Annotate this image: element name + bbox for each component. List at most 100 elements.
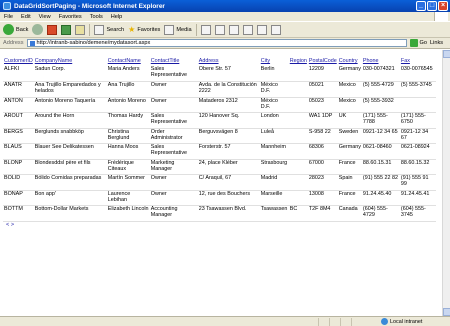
menu-help[interactable]: Help	[111, 14, 123, 20]
table-cell: Marketing Manager	[150, 159, 175, 172]
sort-link-city[interactable]: City	[260, 58, 289, 66]
table-cell: 88.60.15.31	[362, 159, 392, 166]
page-content: CustomerID CompanyName ContactName Conta…	[0, 50, 442, 316]
table-cell: BLAUS	[4, 144, 22, 150]
links-button[interactable]: Links	[430, 40, 443, 46]
table-cell: 12, rue des Bouchers	[198, 190, 251, 197]
table-cell: 030-0076545	[400, 66, 433, 72]
pager-next-link[interactable]: >	[11, 222, 14, 228]
table-row: BOLID Bólido Comidas preparadas Martín Som…	[3, 175, 436, 191]
table-cell: (171) 555-6750	[400, 113, 426, 125]
media-button[interactable]: Media	[164, 24, 192, 35]
table-cell: 67000	[308, 159, 324, 166]
sort-link-postalcode[interactable]: PostalCode	[308, 58, 338, 66]
table-cell: Luleå	[260, 128, 274, 135]
table-cell	[289, 97, 308, 113]
sort-link-address[interactable]: Address	[198, 58, 260, 66]
table-cell: Mataderos 2312	[198, 97, 238, 104]
table-cell	[289, 144, 308, 160]
discuss-icon[interactable]	[256, 24, 267, 35]
table-cell: 12209	[308, 66, 324, 72]
table-cell: Owner	[150, 190, 167, 197]
table-cell: Ana Trujillo Emparedados y helados	[34, 82, 101, 94]
sort-link-phone[interactable]: Phone	[362, 58, 400, 66]
scroll-up-button[interactable]	[443, 50, 450, 58]
windows-logo-icon	[434, 12, 448, 21]
table-cell: Frédérique Citeaux	[107, 159, 134, 172]
table-cell: Avda. de la Constitución 2222	[198, 82, 257, 94]
menu-bar: File Edit View Favorites Tools Help	[0, 12, 450, 21]
menu-file[interactable]: File	[4, 14, 13, 20]
table-cell: Owner	[150, 175, 167, 181]
close-button[interactable]: ×	[438, 1, 448, 11]
sort-link-companyname[interactable]: CompanyName	[34, 58, 107, 66]
pager-prev-link[interactable]: <	[6, 222, 9, 228]
home-button[interactable]	[75, 24, 86, 35]
menu-edit[interactable]: Edit	[21, 14, 31, 20]
sort-link-region[interactable]: Region	[289, 58, 308, 66]
refresh-button[interactable]	[61, 24, 72, 35]
back-label: Back	[16, 26, 29, 33]
table-cell: Sales Representative	[150, 113, 188, 125]
search-icon	[94, 24, 105, 35]
zone-label: Local intranet	[390, 318, 423, 325]
table-cell: 0621-08460	[362, 144, 392, 150]
table-cell: (91) 555 22 82	[362, 175, 398, 181]
table-cell: Elizabeth Lincoln	[107, 206, 149, 212]
mail-icon[interactable]	[214, 24, 225, 35]
print-icon[interactable]	[228, 24, 239, 35]
forward-button[interactable]	[32, 24, 44, 35]
favorites-button[interactable]: ★ Favorites	[128, 25, 160, 34]
table-cell	[289, 190, 308, 206]
table-cell: Forsterstr. 57	[198, 144, 231, 150]
table-cell: 0921-12 34 67	[400, 128, 429, 141]
table-cell: Hanna Moos	[107, 144, 139, 150]
table-row: ALFKI Sadun Corp. Maria Anders Sales Repres…	[3, 66, 436, 82]
sort-link-country[interactable]: Country	[338, 58, 362, 66]
customers-datagrid: CustomerID CompanyName ContactName Conta…	[3, 58, 436, 222]
vertical-scrollbar[interactable]	[442, 50, 450, 316]
window-title: DataGridSortPaging - Microsoft Internet …	[14, 2, 165, 10]
menu-view[interactable]: View	[39, 14, 51, 20]
security-zone: Local intranet	[381, 318, 422, 325]
minimize-button[interactable]: _	[416, 1, 426, 11]
sort-link-contactname[interactable]: ContactName	[107, 58, 150, 66]
table-cell	[289, 175, 308, 191]
table-cell: Around the Horn	[34, 113, 75, 119]
grid-pager: < >	[6, 222, 14, 228]
table-cell	[289, 82, 308, 98]
toolbar-separator	[195, 23, 197, 36]
sort-link-customerid[interactable]: CustomerID	[3, 58, 34, 66]
table-cell: (5) 555-3932	[362, 97, 394, 104]
table-cell: London	[260, 113, 279, 119]
table-cell: BONAP	[4, 190, 23, 197]
messenger-icon[interactable]	[270, 24, 281, 35]
back-arrow-icon	[3, 24, 14, 35]
sort-link-fax[interactable]: Fax	[400, 58, 436, 66]
address-input[interactable]: http://intranb-sabino/demene/mydatasort.…	[26, 39, 407, 47]
table-cell: 05023	[308, 97, 324, 104]
menu-tools[interactable]: Tools	[90, 14, 103, 20]
intranet-globe-icon	[381, 318, 388, 325]
search-button[interactable]: Search	[94, 24, 124, 35]
history-icon[interactable]	[200, 24, 211, 35]
table-cell: México D.F.	[260, 97, 278, 110]
table-cell: Mannheim	[260, 144, 286, 150]
go-label: Go	[419, 40, 427, 46]
back-button[interactable]: Back	[3, 24, 28, 35]
go-button[interactable]: Go	[409, 39, 427, 47]
menu-favorites[interactable]: Favorites	[59, 14, 82, 20]
sort-link-contacttitle[interactable]: ContactTitle	[150, 58, 198, 66]
stop-button[interactable]	[47, 24, 58, 35]
table-cell: (5) 555-4729	[362, 82, 394, 88]
table-cell: BERGS	[4, 128, 23, 135]
table-cell: Thomas Hardy	[107, 113, 144, 119]
scroll-down-button[interactable]	[443, 308, 450, 316]
table-cell: Canada	[338, 206, 358, 212]
maximize-button[interactable]: □	[427, 1, 437, 11]
status-divider	[340, 317, 341, 326]
edit-icon[interactable]	[242, 24, 253, 35]
table-cell: 05021	[308, 82, 324, 88]
table-cell: Sadun Corp.	[34, 66, 66, 72]
ie-icon	[3, 2, 11, 10]
